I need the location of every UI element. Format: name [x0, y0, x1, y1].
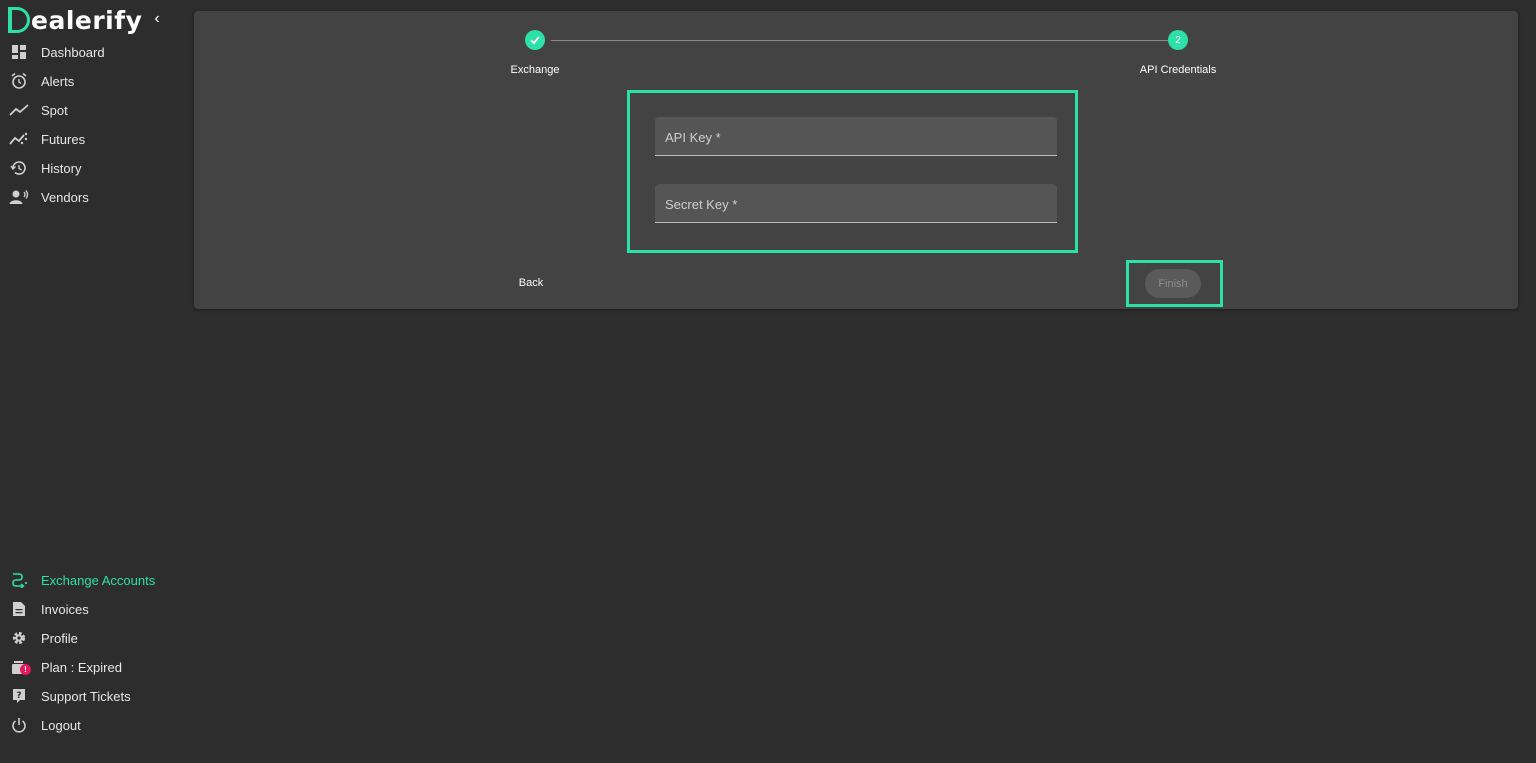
- vendors-icon: [9, 187, 29, 207]
- sidebar-item-label: Logout: [41, 717, 81, 733]
- step-api-credentials-active: 2: [1168, 30, 1188, 50]
- sidebar-item-label: Alerts: [41, 73, 75, 89]
- sidebar-item-exchange-accounts[interactable]: Exchange Accounts: [0, 567, 185, 593]
- sidebar-item-label: Exchange Accounts: [41, 572, 156, 588]
- sidebar-item-futures[interactable]: Futures: [0, 126, 185, 152]
- secret-key-input[interactable]: [655, 184, 1057, 222]
- logo-mark: [8, 7, 30, 33]
- sidebar-item-label: Plan : Expired: [41, 659, 122, 675]
- sidebar-item-label: Profile: [41, 630, 78, 646]
- chevron-left-icon: ‹: [154, 10, 160, 27]
- sidebar-item-plan[interactable]: ! Plan : Expired: [0, 654, 185, 680]
- step-label-exchange: Exchange: [510, 64, 560, 76]
- invoice-icon: [9, 599, 29, 619]
- stepper-connector: [551, 40, 1168, 41]
- history-icon: [9, 158, 29, 178]
- sidebar-item-profile[interactable]: Profile: [0, 625, 185, 651]
- sidebar-item-invoices[interactable]: Invoices: [0, 596, 185, 622]
- svg-text:?: ?: [16, 691, 21, 701]
- sidebar-item-logout[interactable]: Logout: [0, 712, 185, 738]
- sidebar-item-dashboard[interactable]: Dashboard: [0, 39, 185, 65]
- trend-dots-icon: [9, 129, 29, 149]
- step-label-api-credentials: API Credentials: [1139, 64, 1217, 76]
- secret-key-field[interactable]: [655, 184, 1057, 223]
- sidebar-item-label: Vendors: [41, 189, 89, 205]
- sidebar-item-label: Support Tickets: [41, 688, 131, 704]
- step-exchange-complete: [525, 30, 545, 50]
- sidebar-item-label: History: [41, 160, 82, 176]
- sidebar-item-label: Dashboard: [41, 44, 105, 60]
- fields-highlight-box: [627, 90, 1078, 253]
- logo[interactable]: ealerify: [8, 4, 142, 36]
- exchange-icon: [9, 570, 29, 590]
- checkmark-icon: [530, 36, 540, 45]
- sidebar-item-history[interactable]: History: [0, 155, 185, 181]
- finish-button[interactable]: Finish: [1145, 269, 1201, 298]
- sidebar-item-label: Spot: [41, 102, 68, 118]
- trend-line-icon: [9, 100, 29, 120]
- alarm-clock-icon: [9, 71, 29, 91]
- sidebar-item-label: Invoices: [41, 601, 89, 617]
- sidebar-item-support-tickets[interactable]: ? Support Tickets: [0, 683, 185, 709]
- api-key-input[interactable]: [655, 117, 1057, 155]
- dashboard-icon: [9, 42, 29, 62]
- logo-text: ealerify: [31, 5, 143, 35]
- back-button[interactable]: Back: [508, 272, 554, 294]
- api-key-field[interactable]: [655, 117, 1057, 156]
- sidebar-item-label: Futures: [41, 131, 86, 147]
- plan-expired-badge: !: [20, 664, 31, 675]
- wallet-icon: !: [9, 657, 31, 677]
- sidebar: ealerify ‹ Dashboard Alerts Spot Futures…: [0, 0, 185, 763]
- sidebar-item-alerts[interactable]: Alerts: [0, 68, 185, 94]
- collapse-sidebar-button[interactable]: ‹: [149, 8, 165, 30]
- power-icon: [9, 715, 29, 735]
- help-icon: ?: [9, 686, 29, 706]
- gear-icon: [9, 628, 29, 648]
- step-number: 2: [1175, 34, 1181, 46]
- sidebar-item-spot[interactable]: Spot: [0, 97, 185, 123]
- sidebar-item-vendors[interactable]: Vendors: [0, 184, 185, 210]
